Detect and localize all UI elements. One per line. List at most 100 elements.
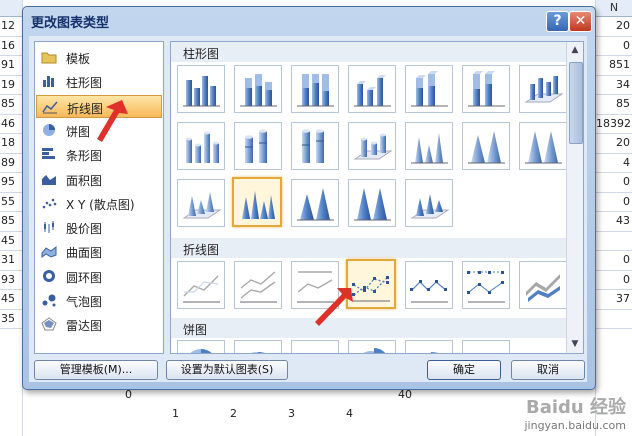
cell[interactable]: 20: [596, 134, 632, 154]
stock-chart-icon: [41, 220, 57, 234]
annotation-arrow-icon: [97, 100, 128, 142]
cell[interactable]: 45: [0, 232, 22, 251]
close-button[interactable]: ✕: [569, 11, 592, 32]
category-label: 饼图: [66, 124, 91, 139]
bubble-chart-icon: [41, 293, 57, 307]
cell[interactable]: 31: [0, 251, 22, 271]
cell[interactable]: 85: [0, 95, 22, 115]
cell[interactable]: 91: [0, 56, 22, 76]
cell[interactable]: 45: [0, 290, 22, 310]
chart-stacked-pyramid[interactable]: [291, 179, 339, 227]
chart-100-stacked-column[interactable]: [291, 65, 339, 113]
ok-button[interactable]: 确定: [427, 360, 501, 380]
axis-number: 1: [172, 407, 179, 420]
scroll-down-icon[interactable]: ▼: [569, 338, 581, 350]
chart-3d-column[interactable]: [519, 65, 567, 113]
cell[interactable]: 4: [596, 154, 632, 173]
chart-clustered-cone[interactable]: [405, 122, 453, 170]
scroll-thumb[interactable]: [569, 62, 583, 144]
category-item-0[interactable]: 模板: [36, 46, 162, 69]
chart-3d-pie[interactable]: [234, 340, 282, 353]
chart-pie-of-pie[interactable]: [291, 340, 339, 353]
cell[interactable]: 20: [596, 17, 632, 37]
cell[interactable]: 55: [0, 193, 22, 212]
cell[interactable]: [596, 232, 632, 251]
chart-3d-clustered-column[interactable]: [348, 65, 396, 113]
cell[interactable]: 18392: [596, 115, 632, 134]
cell[interactable]: 43: [596, 212, 632, 232]
radar-chart-icon: [41, 317, 57, 331]
cell[interactable]: 12: [0, 17, 22, 37]
chart-100-stacked-cone[interactable]: [519, 122, 567, 170]
chart-clustered-pyramid[interactable]: [232, 177, 282, 227]
cell[interactable]: 851: [596, 56, 632, 76]
category-item-10[interactable]: 气泡图: [36, 289, 162, 312]
chart-3d-cone[interactable]: [177, 179, 225, 227]
chart-stacked-cylinder[interactable]: [234, 122, 282, 170]
chart-stacked-line[interactable]: [234, 261, 282, 309]
chart-3d-pyramid[interactable]: [405, 179, 453, 227]
cell[interactable]: 46: [0, 115, 22, 134]
category-item-11[interactable]: 雷达图: [36, 313, 162, 336]
category-item-8[interactable]: 曲面图: [36, 240, 162, 263]
cell[interactable]: 35: [0, 310, 22, 329]
chart-clustered-column[interactable]: [177, 65, 225, 113]
chart-3d-stacked-column[interactable]: [405, 65, 453, 113]
chart-3d-100-stacked-column[interactable]: [462, 65, 510, 113]
doughnut-chart-icon: [41, 269, 57, 283]
chart-stacked-column[interactable]: [234, 65, 282, 113]
cell[interactable]: 34: [596, 76, 632, 95]
category-item-9[interactable]: 圆环图: [36, 265, 162, 288]
cell[interactable]: 0: [596, 193, 632, 212]
scroll-up-icon[interactable]: ▲: [569, 44, 581, 56]
chart-pie[interactable]: [177, 340, 225, 353]
chart-stacked-line-with-markers[interactable]: [405, 261, 453, 309]
cell[interactable]: 19: [0, 76, 22, 95]
cancel-button[interactable]: 取消: [511, 360, 585, 380]
chart-line[interactable]: [177, 261, 225, 309]
chart-100-stacked-cylinder[interactable]: [291, 122, 339, 170]
cell[interactable]: 0: [596, 37, 632, 56]
chart-100-stacked-line-with-markers[interactable]: [462, 261, 510, 309]
column-chart-icon: [41, 74, 57, 88]
manage-templates-button[interactable]: 管理模板(M)...: [34, 360, 158, 380]
chart-3d-exploded-pie[interactable]: [405, 340, 453, 353]
cell[interactable]: 85: [596, 95, 632, 115]
chart-3d-line[interactable]: [519, 261, 567, 309]
category-label: 气泡图: [66, 295, 103, 309]
category-label: 柱形图: [66, 76, 103, 91]
category-label: 股价图: [66, 222, 103, 237]
cell[interactable]: 89: [0, 154, 22, 173]
dialog-client-area: 模板 柱形图 折线图 饼图 条形图 面积图 X Y (散点图) 股价图 曲面图 圆环图 气泡图 雷达图…: [29, 36, 587, 382]
chart-exploded-pie[interactable]: [348, 340, 396, 353]
chart-category-list: 模板 柱形图 折线图 饼图 条形图 面积图 X Y (散点图) 股价图 曲面图 圆环图 气泡图 雷达图: [34, 41, 164, 354]
chart-100-stacked-pyramid[interactable]: [348, 179, 396, 227]
set-default-chart-button[interactable]: 设置为默认图表(S): [166, 360, 288, 380]
chart-stacked-cone[interactable]: [462, 122, 510, 170]
category-item-6[interactable]: X Y (散点图): [36, 192, 162, 215]
cell[interactable]: 93: [0, 271, 22, 290]
chart-3d-cylinder[interactable]: [348, 122, 396, 170]
cell[interactable]: 0: [596, 173, 632, 193]
cell[interactable]: 16: [0, 37, 22, 56]
right-cell-column: 20 0 851 34 85 18392 20 4 0 0 43 0 0 37: [596, 17, 632, 329]
chart-bar-of-pie[interactable]: [462, 340, 510, 353]
cell[interactable]: 0: [596, 271, 632, 290]
help-button[interactable]: ?: [546, 11, 569, 32]
gallery-scrollbar[interactable]: ▲ ▼: [566, 42, 583, 353]
column-header-n[interactable]: N: [596, 0, 632, 17]
cell[interactable]: 18: [0, 134, 22, 154]
category-item-4[interactable]: 条形图: [36, 143, 162, 166]
category-item-1[interactable]: 柱形图: [36, 70, 162, 93]
cell[interactable]: [596, 310, 632, 329]
cell[interactable]: 85: [0, 212, 22, 232]
cell[interactable]: 95: [0, 173, 22, 193]
watermark-sub: jingyan.baidu.com: [524, 419, 626, 432]
section-column-label: 柱形图: [183, 47, 220, 61]
category-item-7[interactable]: 股价图: [36, 216, 162, 239]
cell[interactable]: 0: [596, 251, 632, 271]
title-bar[interactable]: 更改图表类型 ? ✕: [23, 7, 595, 35]
cell[interactable]: 37: [596, 290, 632, 310]
chart-clustered-cylinder[interactable]: [177, 122, 225, 170]
category-item-5[interactable]: 面积图: [36, 168, 162, 191]
